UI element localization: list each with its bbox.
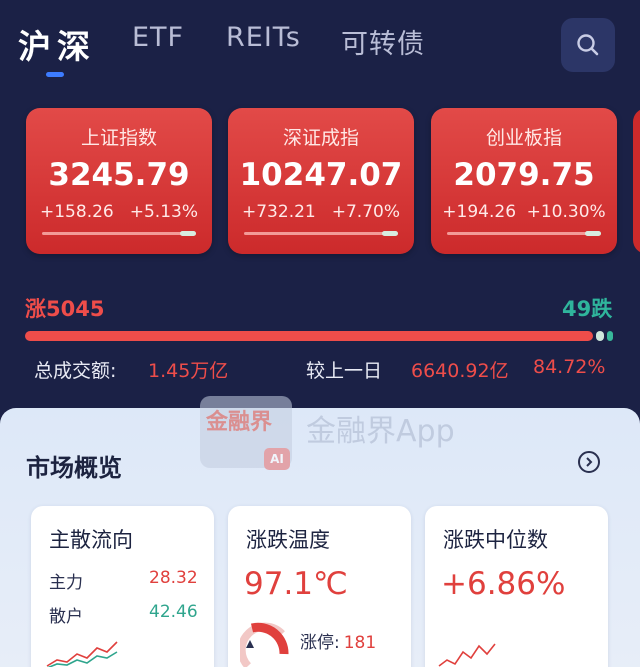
top-tab-bar: 沪深 ETF REITs 可转债 xyxy=(0,0,640,96)
flow-sparkline xyxy=(46,641,118,667)
decliners-count: 49跌 xyxy=(562,297,613,321)
index-breadth-bar xyxy=(447,231,601,236)
breadth-bar-flat xyxy=(596,331,604,341)
chevron-right-icon xyxy=(586,457,593,467)
limit-up-value: 181 xyxy=(343,633,377,653)
retail-row: 散户 42.46 xyxy=(49,602,198,627)
temperature-card[interactable]: 涨跌温度 97.1℃ 涨停: 181 xyxy=(228,506,411,667)
index-name: 上证指数 xyxy=(80,127,157,149)
temperature-gauge xyxy=(240,622,289,667)
advancers-count: 涨5045 xyxy=(25,297,105,321)
flow-card[interactable]: 主散流向 主力 28.32 散户 42.46 xyxy=(31,506,214,667)
turnover-label: 总成交额: xyxy=(34,360,117,382)
index-breadth-bar xyxy=(42,231,196,236)
watermark-text: 金融界App xyxy=(306,414,455,449)
index-card-chinext[interactable]: 创业板指 2079.75 +194.26 +10.30% xyxy=(431,108,617,254)
retail-label: 散户 xyxy=(49,607,83,627)
limit-up-row: 涨停: 181 xyxy=(300,628,376,653)
index-change: +158.26 xyxy=(40,202,114,222)
tab-hushen[interactable]: 沪深 xyxy=(18,20,96,68)
breadth-bar-down xyxy=(607,331,613,341)
median-value: +6.86% xyxy=(441,566,566,602)
index-pct: +10.30% xyxy=(526,202,606,222)
market-overview-panel: 金融界 AI 金融界App 市场概览 主散流向 主力 28.32 散户 42.4… xyxy=(0,396,640,667)
turnover-compare-pct: 84.72% xyxy=(533,356,606,378)
index-value: 3245.79 xyxy=(48,157,190,193)
turnover-compare-value: 6640.92亿 xyxy=(411,360,509,382)
watermark: 金融界 AI 金融界App xyxy=(200,396,500,486)
watermark-logo-box: 金融界 AI xyxy=(200,396,292,470)
watermark-logo: 金融界 xyxy=(206,410,273,435)
index-name: 创业板指 xyxy=(485,127,562,149)
index-card-next-peek[interactable] xyxy=(633,108,640,254)
index-breadth-bar xyxy=(244,231,398,236)
index-change: +194.26 xyxy=(442,202,517,222)
index-value: 2079.75 xyxy=(453,157,595,193)
median-card[interactable]: 涨跌中位数 +6.86% xyxy=(425,506,608,667)
median-card-title: 涨跌中位数 xyxy=(443,528,548,552)
tab-reits[interactable]: REITs xyxy=(226,22,301,53)
turnover-compare-label: 较上一日 xyxy=(306,360,383,382)
index-pct: +5.13% xyxy=(129,202,198,222)
overview-more-button[interactable] xyxy=(578,451,600,473)
index-card-shenzhen[interactable]: 深证成指 10247.07 +732.21 +7.70% xyxy=(228,108,414,254)
tab-etf[interactable]: ETF xyxy=(132,22,184,53)
breadth-bar-up xyxy=(25,331,593,341)
turnover-value: 1.45万亿 xyxy=(148,360,229,382)
index-value: 10247.07 xyxy=(239,157,403,193)
search-icon xyxy=(577,34,599,56)
active-tab-indicator xyxy=(46,72,64,77)
limit-up-label: 涨停: xyxy=(300,633,340,653)
temperature-card-title: 涨跌温度 xyxy=(246,528,330,552)
main-force-label: 主力 xyxy=(49,573,83,593)
search-button[interactable] xyxy=(561,18,615,72)
index-name: 深证成指 xyxy=(282,127,359,149)
median-sparkline xyxy=(438,643,496,667)
retail-value: 42.46 xyxy=(149,602,198,622)
main-force-value: 28.32 xyxy=(149,568,198,588)
overview-title: 市场概览 xyxy=(26,454,122,482)
tab-convertible-bonds[interactable]: 可转债 xyxy=(341,22,425,61)
temperature-value: 97.1℃ xyxy=(244,566,348,602)
flow-card-title: 主散流向 xyxy=(49,528,133,552)
index-card-shanghai[interactable]: 上证指数 3245.79 +158.26 +5.13% xyxy=(26,108,212,254)
index-change: +732.21 xyxy=(242,202,316,222)
index-pct: +7.70% xyxy=(331,202,400,222)
main-force-row: 主力 28.32 xyxy=(49,568,198,593)
watermark-ai-badge: AI xyxy=(264,448,290,470)
